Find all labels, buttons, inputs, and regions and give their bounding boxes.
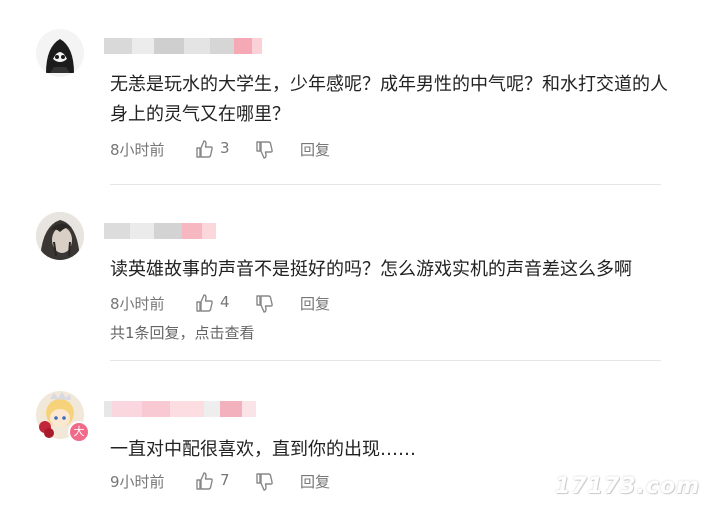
view-replies-link[interactable]: 共1条回复，点击查看 bbox=[110, 322, 255, 343]
like-count: 7 bbox=[220, 471, 230, 489]
comment-item: 无恙是玩水的大学生，少年感呢？成年男性的中气呢？和水打交道的人身上的灵气又在哪里… bbox=[0, 0, 714, 185]
like-count: 3 bbox=[220, 139, 230, 157]
watermark-logo: 17173.com bbox=[555, 474, 700, 499]
username-blurred[interactable] bbox=[104, 401, 256, 417]
level-badge: 大 bbox=[68, 421, 90, 443]
reply-button[interactable]: 回复 bbox=[300, 293, 330, 314]
username-blurred[interactable] bbox=[104, 223, 216, 239]
comment-item: 读英雄故事的声音不是挺好的吗？怎么游戏实机的声音差这么多啊 8小时前 4 回复 … bbox=[0, 185, 714, 361]
reply-button[interactable]: 回复 bbox=[300, 471, 330, 492]
avatar[interactable] bbox=[36, 29, 84, 77]
thumbs-up-icon[interactable] bbox=[194, 471, 214, 491]
thumbs-down-icon[interactable] bbox=[254, 140, 274, 160]
thumbs-down-icon[interactable] bbox=[254, 472, 274, 492]
like-count: 4 bbox=[220, 293, 230, 311]
comment-time: 8小时前 bbox=[110, 141, 165, 159]
thumbs-up-icon[interactable] bbox=[194, 139, 214, 159]
thumbs-down-icon[interactable] bbox=[254, 294, 274, 314]
username-blurred[interactable] bbox=[104, 38, 262, 54]
avatar-image bbox=[36, 212, 84, 260]
comment-time: 8小时前 bbox=[110, 295, 165, 313]
comment-text: 一直对中配很喜欢，直到你的出现…… bbox=[110, 439, 416, 460]
thumbs-up-icon[interactable] bbox=[194, 293, 214, 313]
avatar-image bbox=[36, 29, 84, 77]
comment-text: 无恙是玩水的大学生，少年感呢？成年男性的中气呢？和水打交道的人身上的灵气又在哪里… bbox=[110, 74, 668, 125]
comment-time: 9小时前 bbox=[110, 473, 165, 491]
avatar[interactable] bbox=[36, 212, 84, 260]
reply-button[interactable]: 回复 bbox=[300, 139, 330, 160]
avatar[interactable]: 大 bbox=[36, 391, 90, 443]
comment-text: 读英雄故事的声音不是挺好的吗？怎么游戏实机的声音差这么多啊 bbox=[110, 259, 632, 280]
